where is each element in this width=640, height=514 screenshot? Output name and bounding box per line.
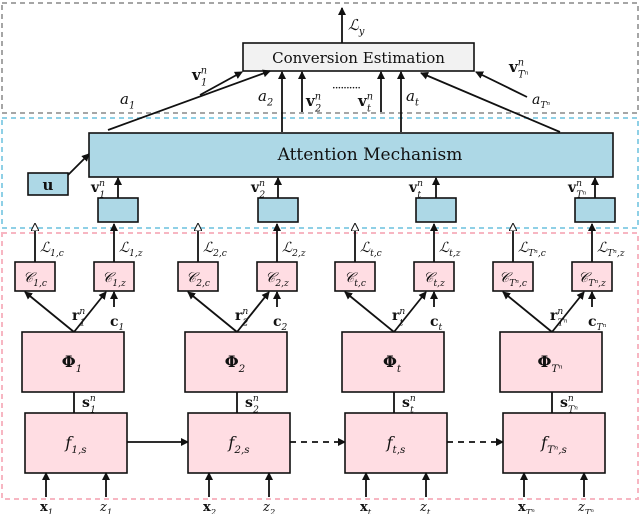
col2-x-label: x2 (203, 500, 216, 514)
col3-lc-label: ℒt,c (360, 240, 382, 259)
col4-lc-label: ℒTⁿ,c (518, 240, 546, 259)
col1-v-box (97, 197, 139, 223)
col3-v-box (415, 197, 457, 223)
v1-top-label: vn 1 (191, 66, 207, 89)
col3-z-label: zt (419, 500, 431, 514)
col4-x-label: xTⁿ (518, 500, 535, 514)
col1-lc-label: ℒ1,c (40, 240, 64, 259)
v2-top-label: vn 2 (305, 92, 321, 115)
at-label: at (406, 87, 419, 109)
a1-label: a1 (120, 90, 135, 112)
col1-z-label: z1 (99, 500, 112, 514)
col3-s-label: sn t (402, 394, 416, 415)
col2-v-label: vn 2 (250, 179, 265, 200)
col4-v-label: vn Tⁿ (567, 179, 586, 200)
conversion-estimation-label: Conversion Estimation (272, 49, 445, 67)
col4-z-label: zTⁿ (577, 500, 594, 514)
col1-r-to-cc-arrow (24, 291, 75, 333)
vlast-top-label: vn Tⁿ (508, 58, 529, 81)
col2-r-label: rn 2 (235, 307, 249, 328)
col3-r-to-cc-arrow (344, 291, 395, 333)
u-vector-label: u (43, 176, 54, 194)
ellipsis-dots: ·········· (332, 81, 360, 95)
col3-v-label: vn t (408, 179, 423, 200)
col3-r-label: rn t (392, 307, 405, 328)
col1-s-label: sn 1 (82, 394, 96, 415)
vt-top-label: vn t (357, 92, 373, 115)
col1-x-label: x1 (40, 500, 53, 514)
col2-s-label: sn 2 (245, 394, 259, 415)
col4-r-to-cc-arrow (502, 291, 553, 333)
col3-lz-label: ℒt,z (439, 240, 461, 259)
attention-mechanism-label: Attention Mechanism (277, 145, 463, 165)
col2-v-box (257, 197, 299, 223)
col2-lc-label: ℒ2,c (203, 240, 227, 259)
col4-c-label: cTⁿ (588, 314, 607, 333)
alast-label: aTⁿ (532, 92, 550, 111)
a2-label: a2 (258, 87, 273, 109)
col4-s-label: sn Tⁿ (560, 394, 578, 415)
loss-y-label: ℒy (348, 16, 365, 38)
col3-x-label: xt (360, 500, 372, 514)
col4-lz-label: ℒTⁿ,z (597, 240, 625, 259)
col2-lz-label: ℒ2,z (282, 240, 306, 259)
col4-v-box (574, 197, 616, 223)
col2-z-label: z2 (262, 500, 275, 514)
u-to-attention-arrow (67, 153, 90, 176)
col1-r-label: rn 1 (72, 307, 85, 328)
col2-r-to-cc-arrow (187, 291, 238, 333)
col4-r-label: rn Tⁿ (550, 307, 568, 328)
col3-c-label: ct (430, 314, 443, 333)
col1-lz-label: ℒ1,z (119, 240, 143, 259)
col1-c-label: c1 (110, 314, 124, 333)
col2-c-label: c2 (273, 314, 288, 333)
col1-v-label: vn 1 (90, 179, 105, 200)
model-architecture-diagram: Conversion Estimation ℒy vn 1 vn Tⁿ a1 a2 vn 2 ···… (1, 2, 639, 514)
